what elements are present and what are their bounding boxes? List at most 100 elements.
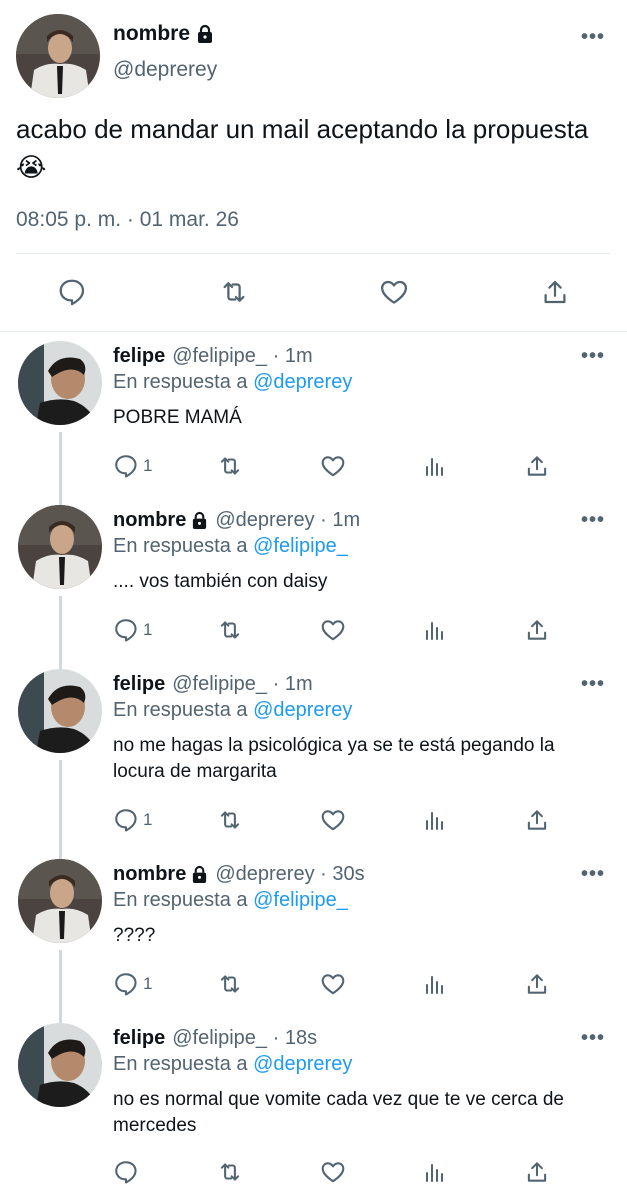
lock-icon	[193, 511, 207, 529]
retweet-icon[interactable]	[212, 270, 256, 314]
avatar-image	[18, 859, 102, 943]
author-handle[interactable]: @felipipe_ · 1m	[172, 673, 312, 696]
author-name[interactable]: nombre	[113, 863, 208, 886]
avatar[interactable]	[18, 505, 102, 589]
reply-header: felipe @felipipe_ · 1m	[113, 673, 313, 696]
avatar[interactable]	[18, 859, 102, 943]
avatar[interactable]	[18, 341, 102, 425]
main-tweet: nombre @deprerey ••• acabo de mandar un …	[0, 0, 627, 332]
reply-header: nombre @deprerey · 30s	[113, 863, 365, 886]
reply-header: felipe @felipipe_ · 1m	[113, 345, 313, 368]
lock-icon	[193, 865, 207, 883]
author-name[interactable]: felipe	[113, 673, 165, 696]
reply-actions: 1	[113, 451, 563, 481]
mention-link[interactable]: @felipipe_	[253, 535, 348, 557]
divider	[16, 253, 611, 254]
views-icon[interactable]	[423, 805, 447, 835]
mention-link[interactable]: @deprerey	[253, 371, 352, 393]
like-icon[interactable]	[372, 270, 416, 314]
mention-link[interactable]: @deprerey	[253, 1053, 352, 1075]
retweet-icon[interactable]	[216, 805, 244, 835]
views-icon[interactable]	[423, 969, 447, 999]
more-dots-icon[interactable]: •••	[581, 509, 605, 532]
reply-icon[interactable]: 1	[113, 969, 152, 999]
like-icon[interactable]	[319, 805, 347, 835]
reply-icon[interactable]: 1	[113, 451, 152, 481]
reply-actions: 1	[113, 805, 563, 835]
reply-count: 1	[143, 810, 153, 829]
more-dots-icon[interactable]: •••	[581, 863, 605, 886]
reply-header: nombre @deprerey · 1m	[113, 509, 360, 532]
retweet-icon[interactable]	[216, 1157, 244, 1187]
reply-count: 1	[143, 620, 153, 639]
reply-tweet[interactable]: nombre @deprerey · 1m ••• En respuesta a…	[0, 497, 627, 661]
tweet-text: acabo de mandar un mail aceptando la pro…	[16, 114, 589, 182]
reply-icon[interactable]: 1	[113, 615, 152, 645]
avatar-image	[16, 14, 100, 98]
reply-context: En respuesta a @deprerey	[113, 699, 353, 721]
avatar-image	[18, 1023, 102, 1107]
reply-tweet[interactable]: felipe @felipipe_ · 1m ••• En respuesta …	[0, 661, 627, 851]
reply-tweet[interactable]: nombre @deprerey · 30s ••• En respuesta …	[0, 851, 627, 1015]
share-icon[interactable]	[524, 805, 550, 835]
reply-count: 1	[143, 456, 153, 475]
retweet-icon[interactable]	[216, 451, 244, 481]
share-icon[interactable]	[524, 1157, 550, 1187]
more-dots-icon[interactable]: •••	[581, 673, 605, 696]
reply-context: En respuesta a @felipipe_	[113, 889, 348, 911]
like-icon[interactable]	[319, 615, 347, 645]
more-dots-icon[interactable]: •••	[581, 345, 605, 368]
author-name[interactable]: nombre	[113, 22, 214, 46]
reply-text: POBRE MAMÁ	[113, 407, 242, 428]
share-icon[interactable]	[524, 451, 550, 481]
reply-text: ????	[113, 925, 156, 946]
author-name[interactable]: nombre	[113, 509, 208, 532]
tweet-actions	[0, 270, 627, 314]
reply-context: En respuesta a @felipipe_	[113, 535, 348, 557]
like-icon[interactable]	[319, 1157, 347, 1187]
reply-text: .... vos también con daisy	[113, 571, 328, 592]
more-dots-icon[interactable]: •••	[581, 26, 605, 49]
tweet-timestamp[interactable]: 08:05 p. m. · 01 mar. 26	[16, 208, 239, 232]
author-name[interactable]: felipe	[113, 1027, 165, 1050]
mention-link[interactable]: @deprerey	[253, 699, 352, 721]
avatar-image	[18, 505, 102, 589]
reply-actions: 1	[113, 615, 563, 645]
like-icon[interactable]	[319, 969, 347, 999]
reply-text: no es normal que vomite cada vez que te …	[113, 1089, 564, 1136]
reply-icon[interactable]	[113, 1157, 143, 1187]
avatar[interactable]	[18, 1023, 102, 1107]
more-dots-icon[interactable]: •••	[581, 1027, 605, 1050]
reply-icon[interactable]: 1	[113, 805, 152, 835]
reply-actions	[113, 1157, 563, 1187]
reply-text: no me hagas la psicológica ya se te está…	[113, 735, 555, 782]
reply-context: En respuesta a @deprerey	[113, 1053, 353, 1075]
author-handle[interactable]: @deprerey	[113, 58, 217, 82]
author-handle[interactable]: @deprerey · 1m	[215, 509, 360, 532]
author-handle[interactable]: @felipipe_ · 1m	[172, 345, 312, 368]
lock-icon	[198, 24, 213, 43]
retweet-icon[interactable]	[216, 615, 244, 645]
views-icon[interactable]	[423, 1157, 447, 1187]
author-handle[interactable]: @deprerey · 30s	[215, 863, 364, 886]
author-name[interactable]: felipe	[113, 345, 165, 368]
avatar-image	[18, 341, 102, 425]
author-handle[interactable]: @felipipe_ · 18s	[172, 1027, 317, 1050]
share-icon[interactable]	[533, 270, 577, 314]
reply-count: 1	[143, 974, 153, 993]
avatar-image	[18, 669, 102, 753]
reply-tweet[interactable]: felipe @felipipe_ · 18s ••• En respuesta…	[0, 1015, 627, 1200]
avatar[interactable]	[18, 669, 102, 753]
views-icon[interactable]	[423, 615, 447, 645]
views-icon[interactable]	[423, 451, 447, 481]
share-icon[interactable]	[524, 615, 550, 645]
reply-actions: 1	[113, 969, 563, 999]
mention-link[interactable]: @felipipe_	[253, 889, 348, 911]
share-icon[interactable]	[524, 969, 550, 999]
avatar[interactable]	[16, 14, 100, 98]
reply-icon[interactable]	[50, 270, 94, 314]
reply-header: felipe @felipipe_ · 18s	[113, 1027, 317, 1050]
like-icon[interactable]	[319, 451, 347, 481]
reply-tweet[interactable]: felipe @felipipe_ · 1m ••• En respuesta …	[0, 333, 627, 497]
retweet-icon[interactable]	[216, 969, 244, 999]
